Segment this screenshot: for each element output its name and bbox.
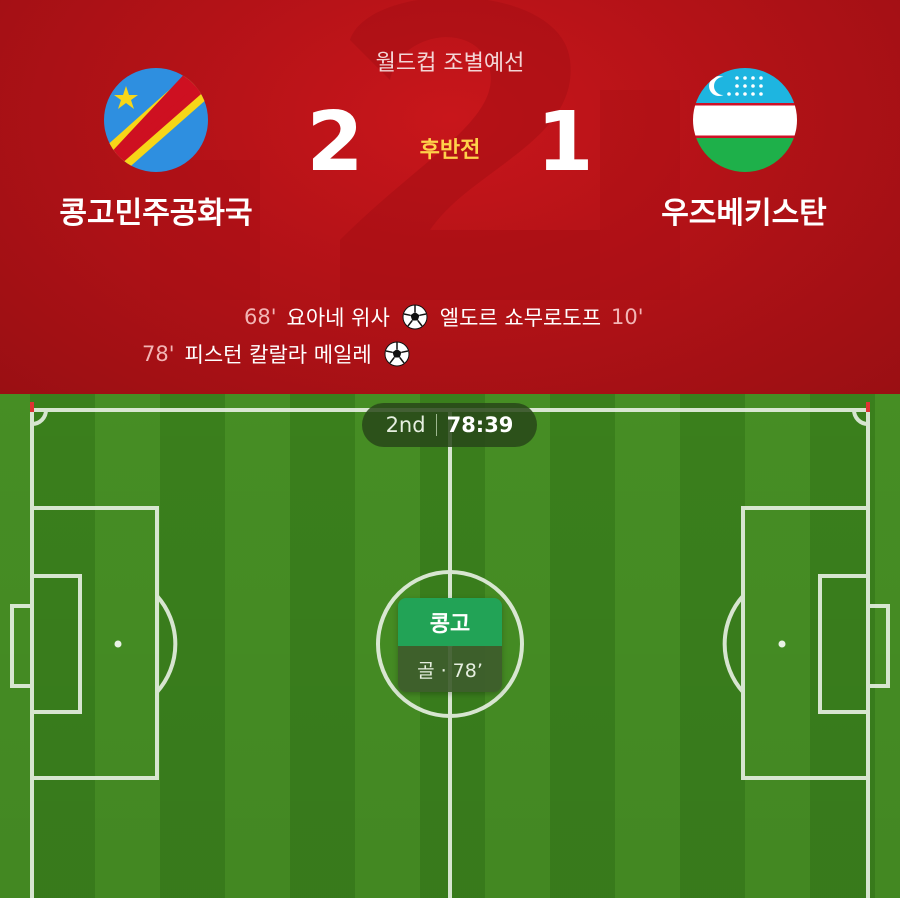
goal-scorer: 요아네 위사	[286, 306, 390, 330]
goal-minute: 78'	[142, 342, 175, 366]
drc-flag-icon	[104, 68, 208, 172]
goal-event-row: 68' 요아네 위사 엘도르 쇼무로도프 10'	[244, 302, 644, 332]
goal-minute: 10'	[611, 305, 644, 329]
uzbekistan-flag-icon	[693, 68, 797, 172]
half-indicator: 2nd	[385, 413, 426, 437]
soccer-ball-icon	[402, 304, 428, 330]
match-period: 후반전	[419, 138, 481, 163]
away-team-name[interactable]: 우즈베키스탄	[614, 188, 874, 232]
goal-scorer: 피스턴 칼랄라 메일레	[184, 343, 372, 367]
event-card-detail: 골 · 78’	[398, 646, 502, 692]
goal-event-row: 78' 피스턴 칼랄라 메일레	[142, 339, 422, 369]
home-score: 2	[306, 95, 364, 190]
away-score: 1	[536, 95, 594, 190]
match-clock: 2nd 78:39	[362, 403, 537, 447]
goal-minute: 68'	[244, 305, 277, 329]
goal-event-card[interactable]: 콩고 골 · 78’	[398, 598, 502, 692]
home-team-name[interactable]: 콩고민주공화국	[26, 188, 286, 232]
clock-time: 78:39	[446, 413, 514, 437]
divider	[435, 414, 437, 436]
goal-scorer: 엘도르 쇼무로도프	[439, 306, 602, 330]
soccer-ball-icon	[384, 341, 410, 367]
match-header: 월드컵 조별예선 콩고민주공화국 2 후반전 1 우즈베키스탄 68' 요아네 …	[0, 0, 900, 394]
event-card-team: 콩고	[398, 598, 502, 646]
